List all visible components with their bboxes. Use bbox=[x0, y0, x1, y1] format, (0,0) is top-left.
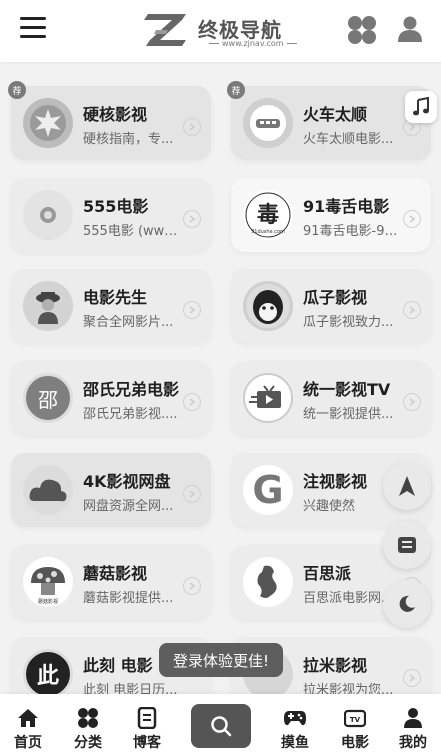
chevron-right-icon bbox=[403, 669, 421, 687]
site-card[interactable]: 统一影视TV 统一影视提供... bbox=[231, 361, 431, 435]
site-logo-icon: 此 bbox=[23, 649, 73, 699]
chevron-right-icon bbox=[183, 118, 201, 136]
site-title: 百思派 bbox=[303, 564, 352, 583]
chevron-right-icon bbox=[403, 301, 421, 319]
site-title: 瓜子影视 bbox=[303, 288, 368, 307]
user-icon bbox=[401, 706, 425, 730]
blog-icon bbox=[135, 706, 159, 730]
site-card[interactable]: 硬核影视 硬核指南，专... bbox=[11, 86, 211, 160]
site-title: 统一影视TV bbox=[303, 380, 391, 399]
site-logo-icon: 毒 91dushe.com bbox=[243, 190, 293, 240]
site-desc: 火车太顺电影... bbox=[303, 132, 394, 147]
site-card[interactable]: 电影先生 聚合全网影片... bbox=[11, 269, 211, 343]
site-card[interactable]: 555电影 555电影 (www.... bbox=[11, 178, 211, 252]
bottom-nav: 首页 分类 博客 摸鱼 TV 电影 我的 bbox=[0, 694, 441, 756]
site-logo-icon bbox=[23, 98, 73, 148]
site-title: 4K影视网盘 bbox=[83, 472, 171, 491]
recommend-badge: 荐 bbox=[8, 81, 26, 99]
site-card[interactable]: 瓜子影视 瓜子影视致力... bbox=[231, 269, 431, 343]
dark-mode-icon[interactable] bbox=[383, 580, 431, 628]
site-logo-icon bbox=[23, 465, 73, 515]
site-logo-icon bbox=[243, 373, 293, 423]
recommend-badge: 荐 bbox=[227, 81, 245, 99]
svg-text:TV: TV bbox=[350, 716, 361, 724]
site-logo-icon bbox=[243, 98, 293, 148]
site-title: 注视影视 bbox=[303, 472, 368, 491]
site-desc: 555电影 (www.... bbox=[83, 224, 183, 239]
site-card[interactable]: 邵 邵氏兄弟电影 邵氏兄弟影视.... bbox=[11, 361, 211, 435]
chevron-right-icon bbox=[183, 577, 201, 595]
site-title: 此刻 电影 bbox=[83, 656, 153, 675]
site-title: 拉米影视 bbox=[303, 656, 368, 675]
site-card[interactable]: 火车太顺 火车太顺电影... bbox=[231, 86, 431, 160]
site-desc: 蘑菇影视提供... bbox=[83, 591, 174, 606]
top-header: 终极导航 www.zjnav.com bbox=[0, 0, 441, 62]
site-card[interactable]: 4K影视网盘 网盘资源全网... bbox=[11, 453, 211, 527]
site-desc: 聚合全网影片... bbox=[83, 315, 174, 330]
svg-text:毒: 毒 bbox=[257, 202, 279, 228]
profile-icon[interactable] bbox=[396, 15, 424, 43]
chevron-right-icon bbox=[183, 485, 201, 503]
menu-icon[interactable] bbox=[20, 17, 46, 39]
chevron-right-icon bbox=[183, 210, 201, 228]
nav-mine[interactable]: 我的 bbox=[385, 694, 441, 756]
nav-moyu[interactable]: 摸鱼 bbox=[267, 694, 323, 756]
home-icon bbox=[16, 706, 40, 730]
site-desc: 网盘资源全网... bbox=[83, 499, 174, 514]
nav-label: 摸鱼 bbox=[281, 735, 309, 751]
site-logo-icon bbox=[243, 281, 293, 331]
site-title: 555电影 bbox=[83, 197, 149, 216]
nav-movie[interactable]: TV 电影 bbox=[327, 694, 383, 756]
site-desc: 统一影视提供... bbox=[303, 407, 394, 422]
site-title: 硬核影视 bbox=[83, 105, 148, 124]
svg-text:蘑菇影视: 蘑菇影视 bbox=[38, 598, 58, 605]
site-logo[interactable]: 终极导航 www.zjnav.com bbox=[142, 10, 302, 50]
site-logo-icon: 蘑菇影视 bbox=[23, 557, 73, 607]
site-card[interactable]: 毒 91dushe.com 91毒舌电影 91毒舌电影-91... bbox=[231, 178, 431, 252]
site-title: 邵氏兄弟电影 bbox=[83, 380, 180, 399]
site-card[interactable]: 蘑菇影视 蘑菇影视 蘑菇影视提供... bbox=[11, 545, 211, 619]
site-title: 91毒舌电影 bbox=[303, 197, 390, 216]
nav-label: 首页 bbox=[14, 735, 42, 751]
category-icon bbox=[76, 706, 100, 730]
navigate-up-icon[interactable] bbox=[383, 462, 431, 510]
nav-home[interactable]: 首页 bbox=[0, 694, 56, 756]
logo-z-icon bbox=[144, 14, 186, 46]
music-note-icon[interactable] bbox=[405, 91, 437, 123]
nav-label: 电影 bbox=[341, 735, 369, 751]
nav-category[interactable]: 分类 bbox=[60, 694, 116, 756]
calculator-icon[interactable] bbox=[383, 521, 431, 569]
nav-label: 我的 bbox=[399, 735, 427, 751]
chevron-right-icon bbox=[183, 301, 201, 319]
logo-url: www.zjnav.com bbox=[206, 39, 300, 48]
site-desc: 邵氏兄弟影视.... bbox=[83, 407, 178, 422]
login-toast[interactable]: 登录体验更佳! bbox=[159, 643, 283, 677]
tv-icon: TV bbox=[343, 706, 367, 730]
gamepad-icon bbox=[283, 706, 307, 730]
site-logo-icon bbox=[243, 557, 293, 607]
site-logo-icon bbox=[23, 281, 73, 331]
site-title: 蘑菇影视 bbox=[83, 564, 148, 583]
nav-blog[interactable]: 博客 bbox=[119, 694, 175, 756]
nav-label: 分类 bbox=[74, 735, 102, 751]
chevron-right-icon bbox=[403, 393, 421, 411]
site-desc: 硬核指南，专... bbox=[83, 132, 174, 147]
site-desc: 91毒舌电影-91... bbox=[303, 224, 403, 239]
site-logo-icon: 邵 bbox=[23, 373, 73, 423]
chevron-right-icon bbox=[403, 210, 421, 228]
site-logo-icon: G bbox=[243, 465, 293, 515]
site-title: 电影先生 bbox=[83, 288, 148, 307]
svg-text:91dushe.com: 91dushe.com bbox=[251, 229, 285, 235]
chevron-right-icon bbox=[183, 393, 201, 411]
site-logo-icon bbox=[23, 190, 73, 240]
search-icon bbox=[211, 716, 232, 737]
nav-label: 博客 bbox=[133, 735, 161, 751]
search-button[interactable] bbox=[191, 704, 251, 748]
apps-grid-icon[interactable] bbox=[347, 15, 377, 45]
site-title: 火车太顺 bbox=[303, 105, 368, 124]
site-desc: 瓜子影视致力... bbox=[303, 315, 394, 330]
